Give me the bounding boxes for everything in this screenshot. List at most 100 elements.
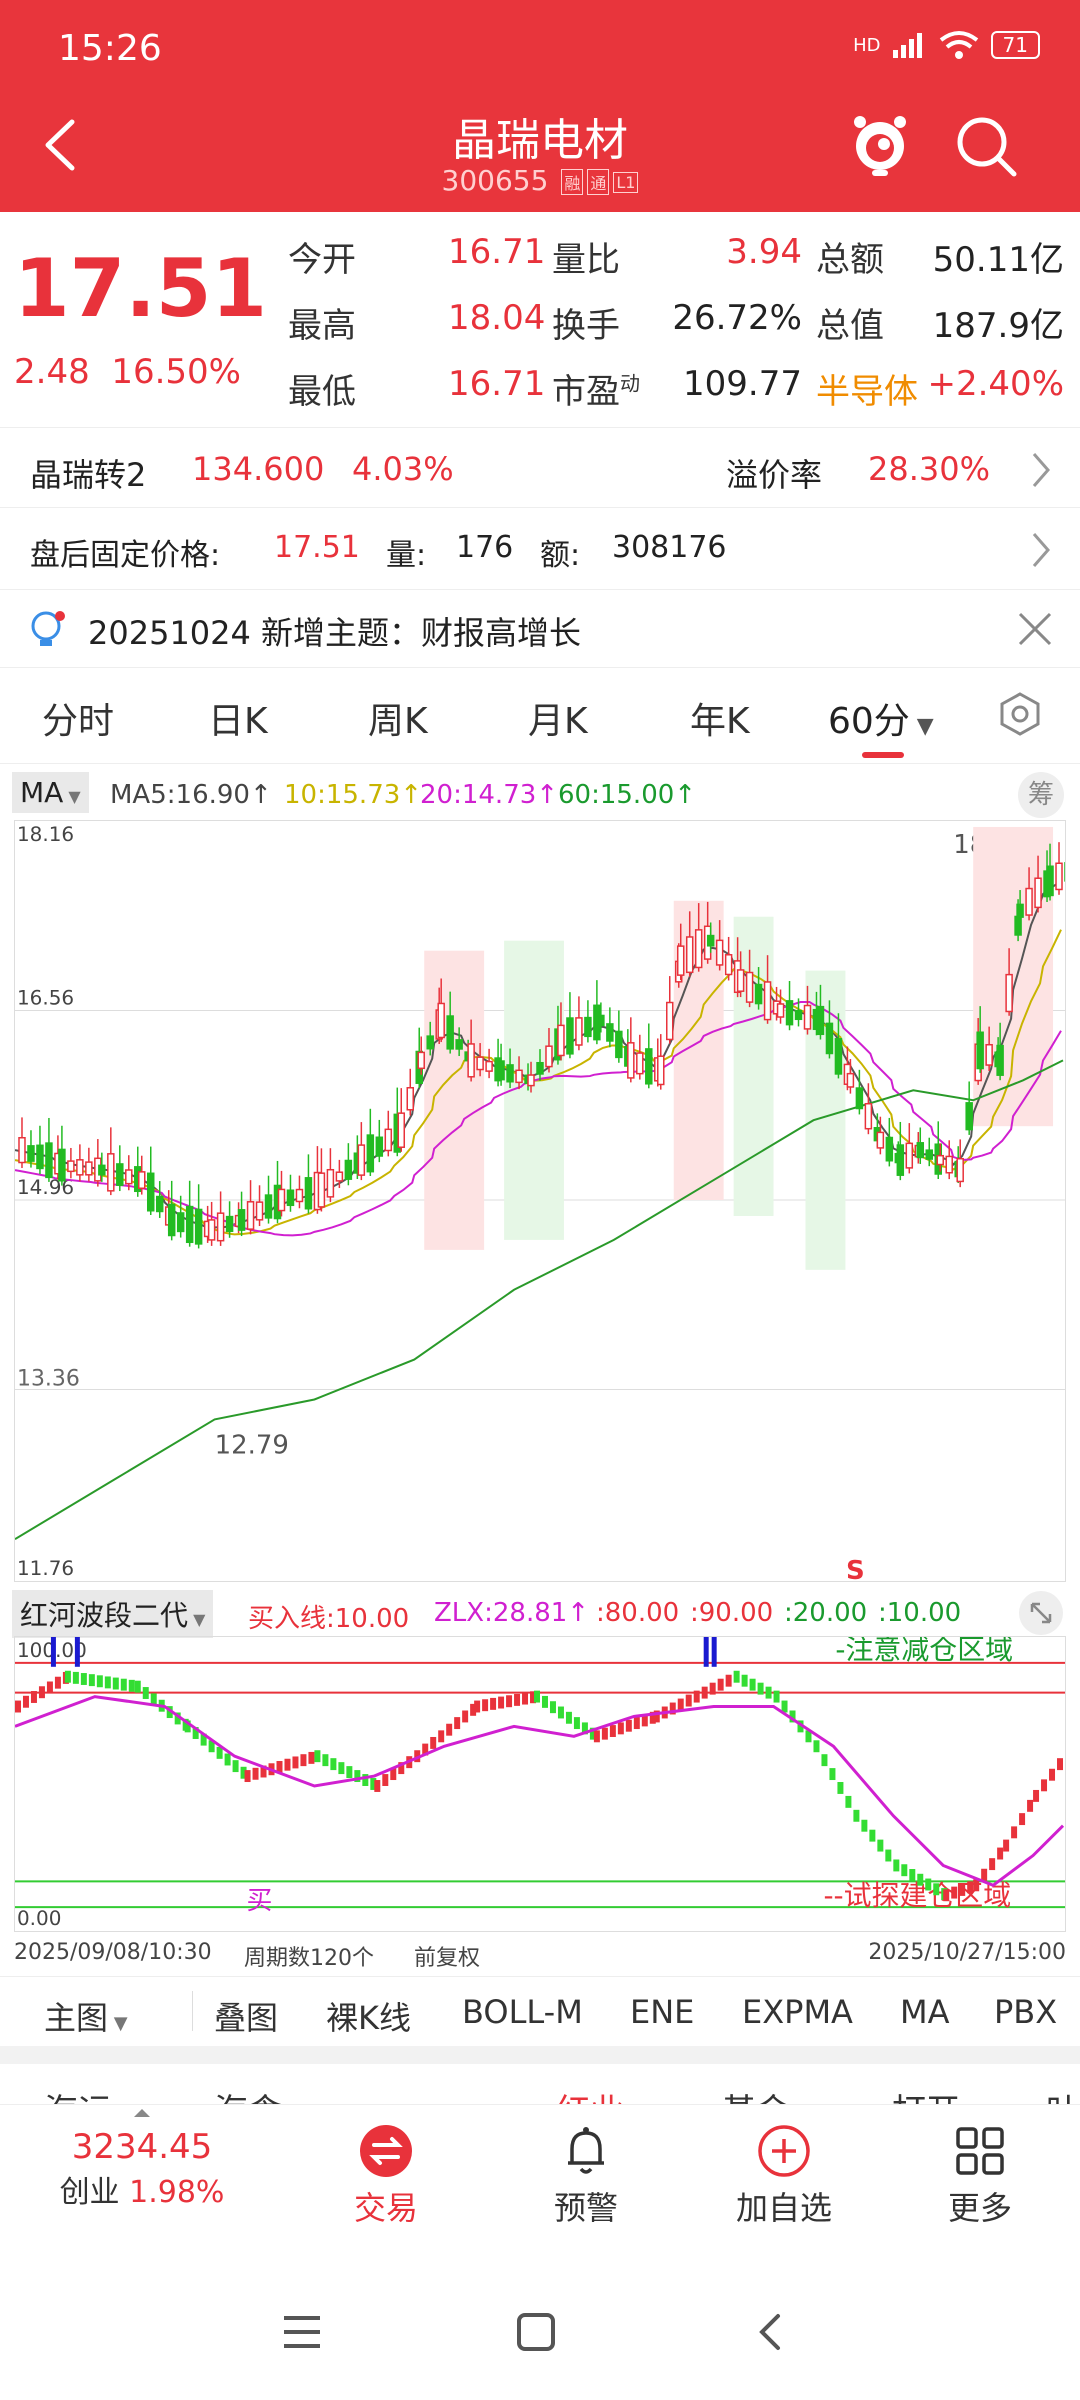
ma10-value: 10:15.73↑: [284, 780, 423, 810]
level-10: :10.00: [878, 1598, 962, 1628]
nav-more[interactable]: 更多: [900, 2123, 1060, 2229]
indicator-overlay[interactable]: 叠图: [214, 1993, 278, 2039]
nav-alert[interactable]: 预警: [506, 2123, 666, 2229]
nav-trade[interactable]: 交易: [306, 2123, 466, 2229]
grid-icon: [956, 2127, 1004, 2175]
tag-rong: 融: [561, 169, 584, 195]
index-ticker[interactable]: 3234.45 创业 1.98%: [42, 2127, 242, 2211]
bulb-icon: [31, 611, 65, 646]
search-icon[interactable]: [952, 112, 1020, 180]
battery-indicator: 71: [990, 31, 1040, 59]
low-value: 16.71: [448, 364, 546, 404]
tab-monthly-k[interactable]: 月K: [528, 692, 588, 744]
home-icon[interactable]: [514, 2310, 558, 2354]
sub-bottom-label: 0.00: [17, 1907, 61, 1930]
tab-60min[interactable]: 60分 ▼: [828, 692, 934, 744]
quote-panel: 17.51 2.48 16.50% 今开 16.71 量比 3.94 总额 50…: [0, 212, 1080, 428]
buy-line-value: 买入线:10.00: [248, 1604, 410, 1634]
trade-icon: [360, 2125, 412, 2177]
after-hours-amt: 308176: [612, 530, 727, 565]
convertible-bond-row[interactable]: 晶瑞转2 134.600 4.03% 溢价率 28.30%: [0, 430, 1080, 508]
back-nav-icon[interactable]: [752, 2310, 788, 2354]
indicator-ma[interactable]: MA: [900, 1993, 950, 2031]
tag-tong: 通: [587, 169, 610, 195]
theme-notice-row[interactable]: 20251024 新增主题：财报高增长: [0, 590, 1080, 668]
indicator-pbx[interactable]: PBX: [994, 1993, 1057, 2031]
pe-value: 109.77: [683, 364, 802, 404]
app-header: 15:26 HD 71 晶瑞电材 300655 融通 L1: [0, 0, 1080, 212]
reduce-zone-label: -注意减仓区域: [835, 1636, 1013, 1666]
indicator-legend: 红河波段二代 ▼ 买入线:10.00 ZLX:28.81↑ :80.00 :90…: [0, 1590, 1080, 1638]
index-value: 3234.45: [71, 2127, 213, 2167]
notice-text: 20251024 新增主题：财报高增长: [88, 614, 582, 652]
divider: [192, 1991, 193, 2031]
level-80: :80.00: [596, 1598, 680, 1628]
sector-change[interactable]: +2.40%: [928, 364, 1065, 404]
chip-distribution-button[interactable]: 筹: [1018, 772, 1064, 818]
zlx-value: ZLX:28.81↑: [434, 1598, 590, 1628]
after-hours-price: 17.51: [274, 530, 360, 565]
indicator-expma[interactable]: EXPMA: [742, 1993, 853, 2031]
main-chart-selector[interactable]: 主图 ▼: [44, 1993, 128, 2039]
premium-value: 28.30%: [868, 450, 991, 488]
bond-pct: 4.03%: [352, 450, 454, 488]
close-icon[interactable]: [1016, 610, 1054, 648]
left-price-label: 13.36: [17, 1367, 80, 1392]
expand-icon[interactable]: [1018, 1590, 1064, 1636]
section-divider: [0, 2046, 1080, 2064]
open-label: 今开: [288, 240, 356, 280]
settings-hex-icon[interactable]: [996, 690, 1044, 738]
turnover-value: 26.72%: [672, 298, 802, 338]
indicator-boll-m[interactable]: BOLL-M: [462, 1993, 583, 2031]
wifi-icon: [939, 31, 978, 59]
after-hours-amt-label: 额:: [540, 538, 581, 573]
indicator-naked-k[interactable]: 裸K线: [326, 1993, 411, 2039]
bottom-nav: 3234.45 创业 1.98% 交易 预警 加自选 更多: [0, 2104, 1080, 2234]
market-cap-value: 187.9亿: [932, 306, 1064, 346]
indicator-dropdown[interactable]: 红河波段二代 ▼: [12, 1590, 214, 1638]
indicator-ene[interactable]: ENE: [630, 1993, 694, 2031]
assistant-avatar-icon[interactable]: [848, 108, 912, 178]
volume-ratio-label: 量比: [552, 240, 620, 280]
ma20-value: 20:14.73↑: [420, 780, 559, 810]
low-label: 最低: [288, 372, 356, 412]
period-count: 周期数120个: [244, 1946, 374, 1971]
market-cap-label: 总值: [816, 306, 884, 346]
pe-label: 市盈动: [552, 371, 640, 412]
tab-weekly-k[interactable]: 周K: [368, 692, 428, 744]
change-amount: 2.48: [14, 352, 90, 392]
wave-indicator-chart[interactable]: 100.00 0.00 -注意减仓区域 --试探建仓区域 买: [14, 1636, 1066, 1932]
network-label: HD: [853, 34, 881, 56]
nav-add-watchlist[interactable]: 加自选: [704, 2123, 864, 2229]
chevron-right-icon: [1032, 533, 1050, 567]
period-tabs: 分时 日K 周K 月K 年K 60分 ▼: [0, 670, 1080, 764]
current-price: 17.51: [14, 242, 268, 335]
sector-name[interactable]: 半导体: [816, 364, 918, 413]
candlestick-chart[interactable]: 18.16 16.56 14.96 11.76 13.36 18.04 12.7…: [14, 820, 1066, 1582]
stock-name: 晶瑞电材: [452, 115, 628, 166]
caret-up-icon: [134, 2109, 150, 2117]
sell-mark: S: [846, 1556, 865, 1586]
ma-dropdown[interactable]: MA ▼: [12, 772, 89, 813]
tab-intraday[interactable]: 分时: [42, 692, 114, 744]
bell-icon: [568, 2127, 604, 2174]
add-circle-icon: [758, 2125, 810, 2177]
peek-row: 海运 海食 红业 基金 打开 叶: [0, 2064, 1080, 2104]
volume-ratio-value: 3.94: [726, 232, 802, 272]
bond-name: 晶瑞转2: [30, 456, 147, 494]
start-date: 2025/09/08/10:30: [14, 1940, 212, 1965]
stock-code: 300655: [441, 164, 549, 197]
ma-legend: MA ▼ MA5:16.90↑ 10:15.73↑ 20:14.73↑ 60:1…: [0, 772, 1080, 818]
level-20: :20.00: [784, 1598, 868, 1628]
open-value: 16.71: [448, 232, 546, 272]
tab-yearly-k[interactable]: 年K: [690, 692, 750, 744]
turnover-label: 换手: [552, 306, 620, 346]
stock-code-line: 300655 融通 L1: [0, 164, 1080, 197]
menu-icon[interactable]: [280, 2312, 324, 2352]
after-hours-label: 盘后固定价格:: [30, 538, 221, 573]
level-90: :90.00: [690, 1598, 774, 1628]
after-hours-row[interactable]: 盘后固定价格: 17.51 量: 176 额: 308176: [0, 508, 1080, 590]
bond-price: 134.600: [192, 450, 325, 488]
tab-daily-k[interactable]: 日K: [208, 692, 268, 744]
after-hours-vol-label: 量:: [386, 538, 427, 573]
